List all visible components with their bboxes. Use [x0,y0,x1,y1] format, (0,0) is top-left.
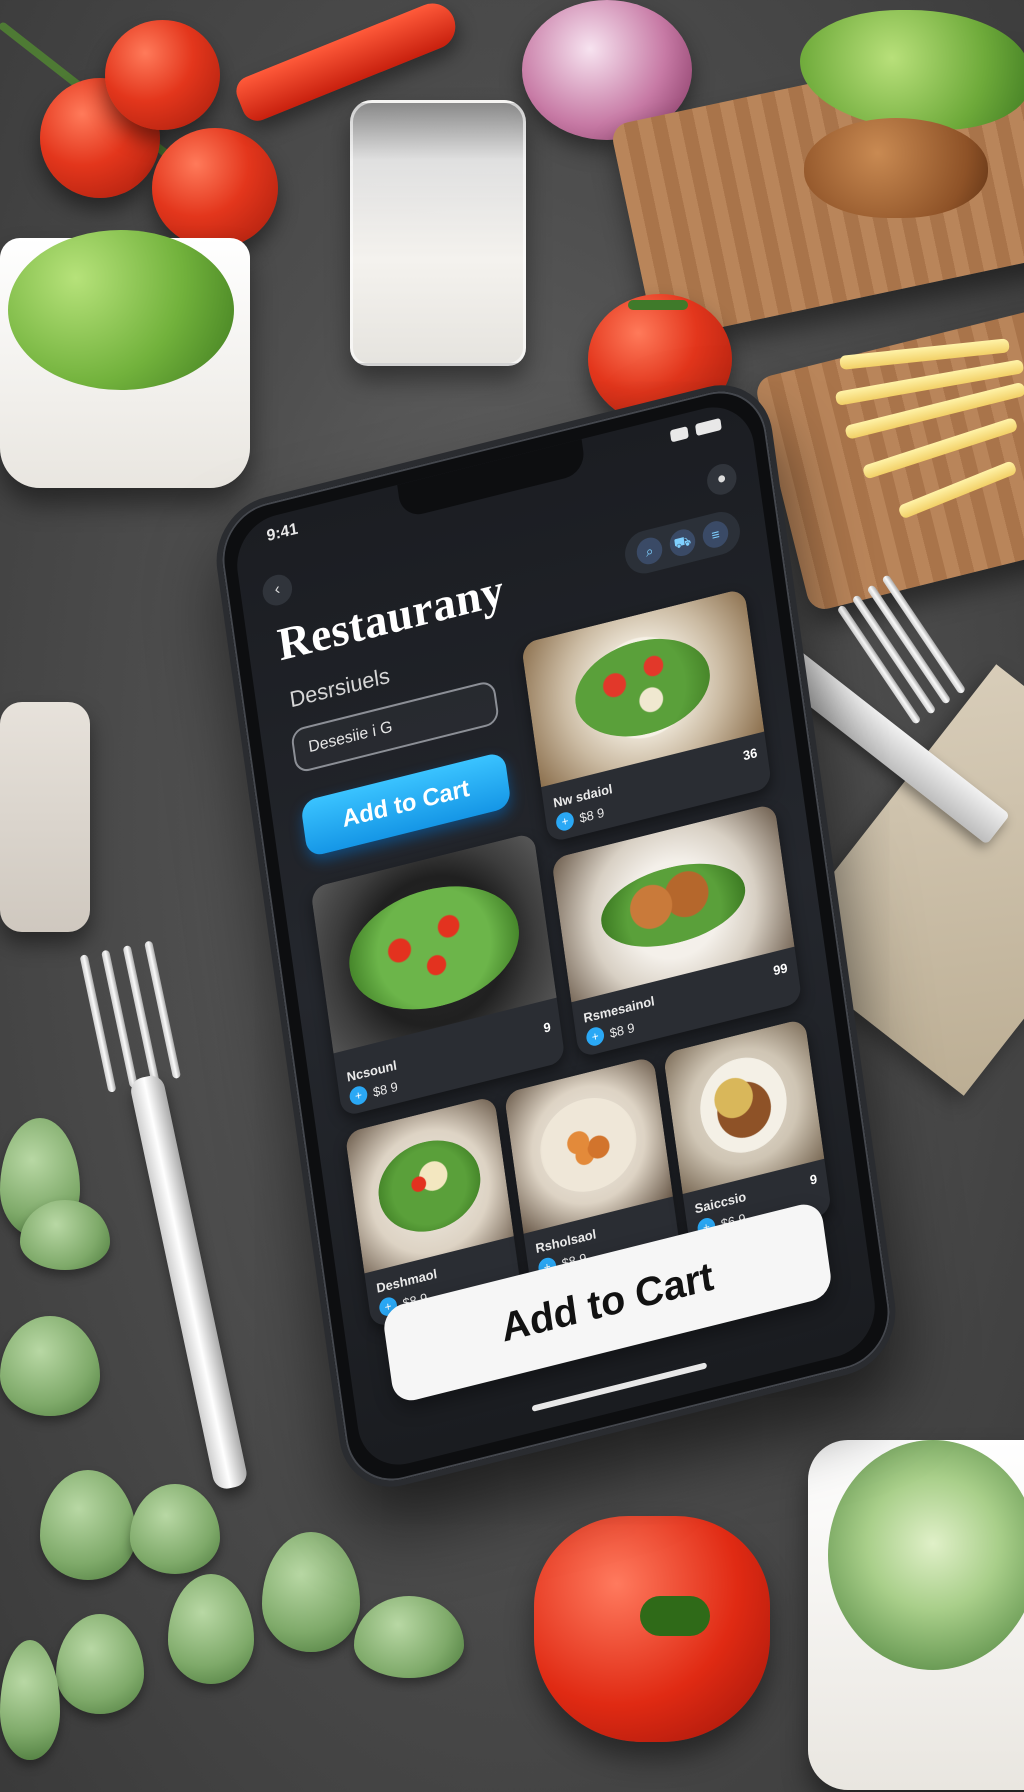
menu-card[interactable]: Nw sdaiol + $8 9 36 [520,588,773,843]
plant-leaf [0,1640,60,1760]
tomato [152,128,278,248]
tomato [105,20,220,130]
add-icon[interactable]: + [585,1025,606,1048]
search-input-text: Desesiie i G [307,718,394,757]
status-time: 9:41 [265,520,300,546]
menu-card[interactable]: Rsmesainol + $8 9 99 [551,803,803,1059]
cart-icon[interactable]: ⛟ [668,526,697,559]
chevron-left-icon[interactable]: ‹ [260,571,295,609]
pepper-stem [640,1596,710,1636]
dish-price: $8 9 [371,1078,399,1100]
signal-icon [669,426,689,443]
dish-price: $8 9 [608,1019,636,1041]
dish-image [310,832,557,1053]
filter-icon[interactable]: ≡ [701,518,730,551]
tomato-stem [628,300,688,310]
app-screen: 9:41 ‹ ● Restaurany ⌕ ⛟ ≡ Desrsiuels Des… [231,397,881,1475]
dish-price: $8 9 [578,804,606,826]
search-icon[interactable]: ⌕ [635,534,664,568]
dish-image [344,1095,514,1274]
home-indicator[interactable] [531,1362,708,1412]
add-icon[interactable]: + [348,1084,369,1107]
bread-roll [804,118,988,218]
dish-rating: 9 [542,1019,552,1036]
succulent-plant [828,1440,1024,1670]
plant-leaf [20,1200,110,1270]
add-to-cart-button[interactable]: Add to Cart [300,751,512,858]
dish-image [662,1018,825,1195]
header-actions: ⌕ ⛟ ≡ [622,507,743,578]
status-icons [669,415,722,446]
plant-leaf [262,1532,360,1652]
milk-glass [350,100,526,366]
sprouts [8,230,234,390]
plant-leaf [354,1596,464,1678]
page-subtitle: Desrsiuels [288,662,392,713]
plant-leaf [0,1316,100,1416]
dish-rating: 9 [808,1171,819,1188]
user-icon[interactable]: ● [705,460,739,498]
menu-card[interactable]: Ncsounl + $8 9 9 [310,832,566,1118]
plant-leaf [40,1470,136,1580]
plant-leaf [56,1614,144,1714]
dish-image [503,1056,673,1234]
salt-jar [0,702,90,932]
plant-leaf [168,1574,254,1684]
battery-icon [694,417,722,437]
add-icon[interactable]: + [555,810,575,833]
